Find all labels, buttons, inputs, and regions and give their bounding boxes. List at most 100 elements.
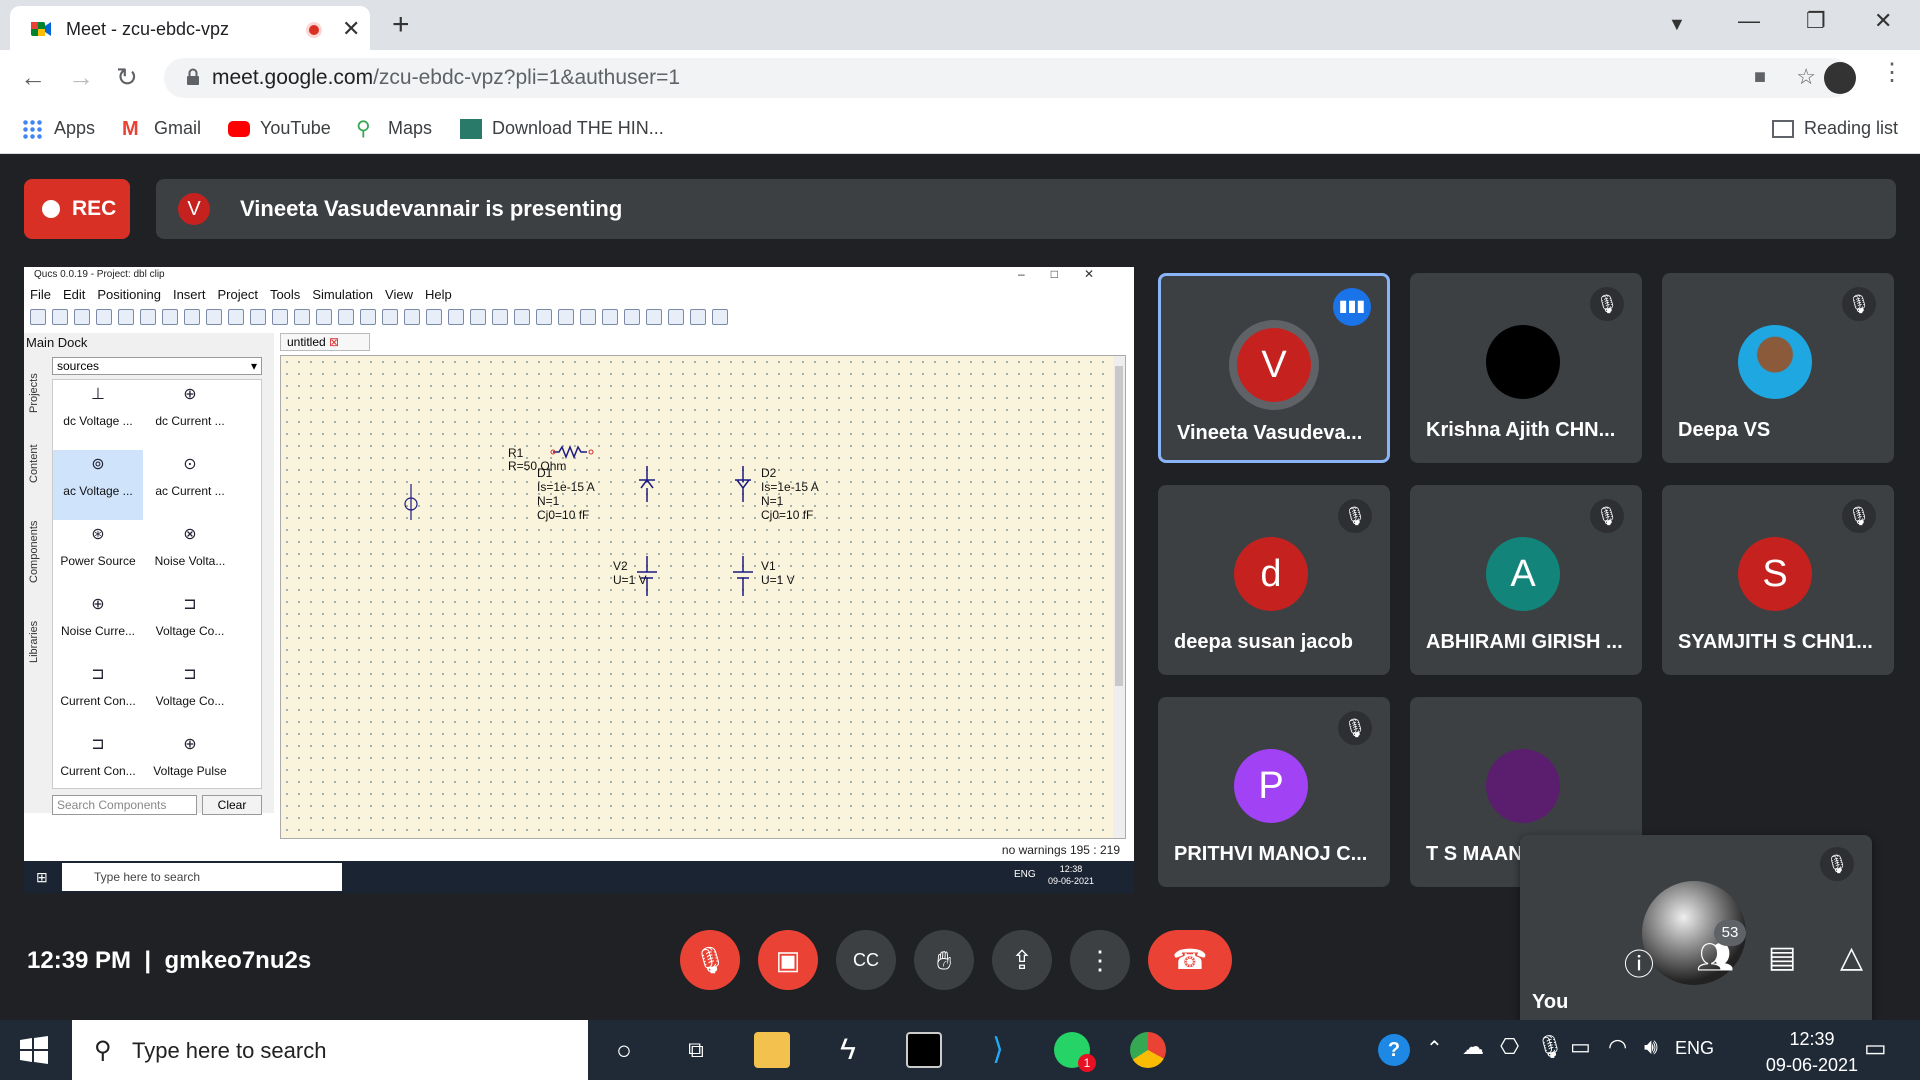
bookmark-gmail[interactable]: M Gmail xyxy=(122,118,201,139)
component-ac-current[interactable]: ⊙ ac Current ... xyxy=(145,450,235,520)
component-vccs[interactable]: ⊐ Voltage Co... xyxy=(145,660,235,730)
meet-now-icon[interactable]: ⎔ xyxy=(1500,1034,1519,1060)
scroll-thumb[interactable] xyxy=(1115,366,1123,686)
battery-icon[interactable]: ▭ xyxy=(1570,1034,1591,1060)
address-bar[interactable]: meet.google.com/zcu-ebdc-vpz?pli=1&authu… xyxy=(164,58,1852,98)
schematic-canvas[interactable]: R1 R=50 Ohm D1 Is=1e-15 A N=1 Cj0=10 fF … xyxy=(280,355,1126,839)
zoom-in-icon[interactable] xyxy=(338,309,354,325)
bookmark-star-icon[interactable]: ☆ xyxy=(1796,64,1816,90)
file-explorer-icon[interactable] xyxy=(754,1032,790,1068)
zoom-one-icon[interactable] xyxy=(382,309,398,325)
windows-start-icon[interactable] xyxy=(20,1036,48,1064)
new-text-icon[interactable] xyxy=(52,309,68,325)
rotate-icon[interactable] xyxy=(448,309,464,325)
microphone-icon[interactable]: 🎙︎ xyxy=(1536,1034,1564,1060)
activities-icon[interactable]: △ xyxy=(1840,940,1863,975)
camera-toggle-button[interactable]: ▣ xyxy=(758,930,818,990)
bookmark-apps[interactable]: Apps xyxy=(22,118,95,139)
component-noise-voltage[interactable]: ⊗ Noise Volta... xyxy=(145,520,235,590)
profile-avatar[interactable] xyxy=(1824,62,1856,94)
volume-icon[interactable]: 🔊︎ xyxy=(1644,1034,1658,1060)
reload-icon[interactable]: ↻ xyxy=(116,62,138,93)
wifi-icon[interactable]: ◠ xyxy=(1608,1034,1627,1060)
redo-icon[interactable] xyxy=(294,309,310,325)
chrome-icon[interactable] xyxy=(1130,1032,1166,1068)
equation-icon[interactable] xyxy=(602,309,618,325)
component-dc-current[interactable]: ⊕ dc Current ... xyxy=(145,380,235,450)
exit-subcircuit-icon[interactable] xyxy=(536,309,552,325)
doc-close-icon[interactable]: ⊠ xyxy=(329,335,339,349)
close-window-button[interactable]: ✕ xyxy=(1874,8,1892,34)
whatsapp-icon[interactable]: 1 xyxy=(1054,1032,1096,1072)
component-vcvs[interactable]: ⊐ Voltage Co... xyxy=(145,590,235,660)
bookmark-download[interactable]: Download THE HIN... xyxy=(460,118,664,139)
raise-hand-button[interactable]: ✋︎ xyxy=(914,930,974,990)
component-search-input[interactable]: Search Components xyxy=(52,795,197,815)
wire-icon[interactable] xyxy=(558,309,574,325)
reading-list-button[interactable]: Reading list xyxy=(1772,118,1898,139)
clear-button[interactable]: Clear xyxy=(202,795,262,815)
component-power-source[interactable]: ⊛ Power Source xyxy=(53,520,143,590)
menu-project[interactable]: Project xyxy=(217,287,257,305)
restore-button[interactable]: ❐ xyxy=(1806,8,1826,34)
port-icon[interactable] xyxy=(646,309,662,325)
undo-icon[interactable] xyxy=(272,309,288,325)
terminal-icon[interactable] xyxy=(906,1032,942,1068)
menu-help[interactable]: Help xyxy=(425,287,452,305)
mirror-y-icon[interactable] xyxy=(492,309,508,325)
menu-positioning[interactable]: Positioning xyxy=(97,287,161,305)
help-icon[interactable]: ? xyxy=(1378,1034,1410,1066)
component-noise-current[interactable]: ⊕ Noise Curre... xyxy=(53,590,143,660)
forward-arrow-icon[interactable]: → xyxy=(68,62,94,93)
component-cccs[interactable]: ⊐ Current Con... xyxy=(53,730,143,788)
vscode-icon[interactable]: ⟩ xyxy=(980,1032,1016,1068)
menu-edit[interactable]: Edit xyxy=(63,287,85,305)
component-dc-voltage[interactable]: ⊥ dc Voltage ... xyxy=(53,380,143,450)
more-menu-icon[interactable]: ⋮ xyxy=(1880,58,1904,87)
enter-subcircuit-icon[interactable] xyxy=(514,309,530,325)
deactivate-icon[interactable] xyxy=(426,309,442,325)
cortana-icon[interactable]: ○ xyxy=(606,1032,642,1068)
leave-call-button[interactable]: ☎︎ xyxy=(1148,930,1232,990)
participant-tile[interactable]: 🎙︎ Krishna Ajith CHN... xyxy=(1410,273,1642,463)
cut-icon[interactable] xyxy=(184,309,200,325)
participant-tile[interactable]: d 🎙︎ deepa susan jacob xyxy=(1158,485,1390,675)
dock-tab-components[interactable]: Components xyxy=(28,521,40,583)
dock-tab-content[interactable]: Content xyxy=(28,444,40,483)
camera-icon[interactable]: ■ xyxy=(1754,66,1766,89)
show-hidden-icons-icon[interactable]: ⌃ xyxy=(1426,1036,1443,1061)
save-icon[interactable] xyxy=(96,309,112,325)
minimize-button[interactable]: — xyxy=(1738,8,1760,34)
paste-icon[interactable] xyxy=(228,309,244,325)
back-arrow-icon[interactable]: ← xyxy=(20,62,46,93)
select-icon[interactable] xyxy=(404,309,420,325)
copy-icon[interactable] xyxy=(206,309,222,325)
chat-icon[interactable]: ▤ xyxy=(1768,940,1796,975)
present-button[interactable]: ⇪ xyxy=(992,930,1052,990)
new-file-icon[interactable] xyxy=(30,309,46,325)
participant-tile[interactable]: V ▮▮▮ Vineeta Vasudeva... xyxy=(1158,273,1390,463)
taskbar-clock[interactable]: 12:39 09-06-2021 xyxy=(1766,1026,1858,1078)
participant-tile[interactable]: S 🎙︎ SYAMJITH S CHN1... xyxy=(1662,485,1894,675)
simulate-icon[interactable] xyxy=(668,309,684,325)
bookmark-maps[interactable]: ⚲ Maps xyxy=(356,118,432,139)
menu-tools[interactable]: Tools xyxy=(270,287,300,305)
dock-tab-projects[interactable]: Projects xyxy=(28,373,40,413)
component-ccvs[interactable]: ⊐ Current Con... xyxy=(53,660,143,730)
menu-simulation[interactable]: Simulation xyxy=(312,287,373,305)
dock-tab-libraries[interactable]: Libraries xyxy=(28,621,40,663)
component-voltage-pulse[interactable]: ⊕ Voltage Pulse xyxy=(145,730,235,788)
menu-file[interactable]: File xyxy=(30,287,51,305)
canvas-scrollbar[interactable] xyxy=(1113,356,1125,838)
zoom-out-icon[interactable] xyxy=(360,309,376,325)
tab-close-icon[interactable]: ✕ xyxy=(342,16,360,42)
open-icon[interactable] xyxy=(74,309,90,325)
meeting-details-icon[interactable]: ⓘ xyxy=(1624,940,1654,984)
zoom-fit-icon[interactable] xyxy=(316,309,332,325)
tab-search-icon[interactable]: ▼ xyxy=(1668,14,1686,35)
menu-view[interactable]: View xyxy=(385,287,413,305)
more-options-button[interactable]: ⋮ xyxy=(1070,930,1130,990)
participant-tile[interactable]: A 🎙︎ ABHIRAMI GIRISH ... xyxy=(1410,485,1642,675)
save-all-icon[interactable] xyxy=(118,309,134,325)
task-view-icon[interactable]: ⧉ xyxy=(678,1032,714,1068)
